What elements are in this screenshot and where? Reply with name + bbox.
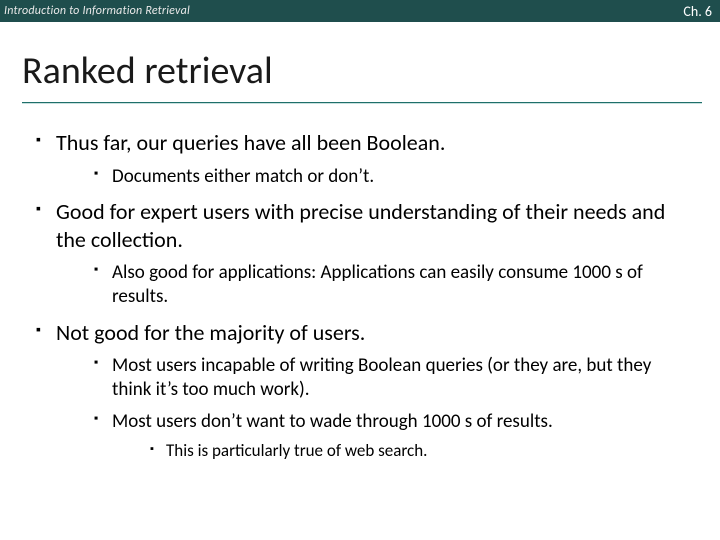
bullet-text: Also good for applications: Applications…	[112, 261, 643, 308]
bullet-text: Not good for the majority of users.	[56, 319, 365, 346]
slide-title: Ranked retrieval	[0, 22, 720, 102]
bullet-text: Good for expert users with precise under…	[56, 198, 665, 253]
bullet-text: Thus far, our queries have all been Bool…	[56, 129, 445, 156]
bullet-text: Most users don’t want to wade through 10…	[112, 410, 553, 433]
course-title: Introduction to Information Retrieval	[4, 4, 190, 18]
body-content: Thus far, our queries have all been Bool…	[0, 103, 720, 461]
bullet-lvl1: Good for expert users with precise under…	[26, 198, 694, 309]
bullet-lvl2: Most users incapable of writing Boolean …	[84, 354, 694, 402]
bullet-lvl2: Documents either match or don’t.	[84, 165, 694, 189]
top-bar: Introduction to Information Retrieval Ch…	[0, 0, 720, 22]
bullet-lvl1: Thus far, our queries have all been Bool…	[26, 129, 694, 188]
bullet-lvl2: Most users don’t want to wade through 10…	[84, 410, 694, 461]
bullet-text: Documents either match or don’t.	[112, 165, 374, 188]
chapter-label: Ch. 6	[683, 3, 712, 20]
bullet-lvl2: Also good for applications: Applications…	[84, 261, 694, 309]
slide: Introduction to Information Retrieval Ch…	[0, 0, 720, 540]
bullet-text: This is particularly true of web search.	[166, 440, 427, 461]
bullet-text: Most users incapable of writing Boolean …	[112, 354, 651, 401]
bullet-lvl3: This is particularly true of web search.	[140, 440, 694, 461]
bullet-lvl1: Not good for the majority of users. Most…	[26, 319, 694, 461]
title-rule	[22, 102, 702, 103]
